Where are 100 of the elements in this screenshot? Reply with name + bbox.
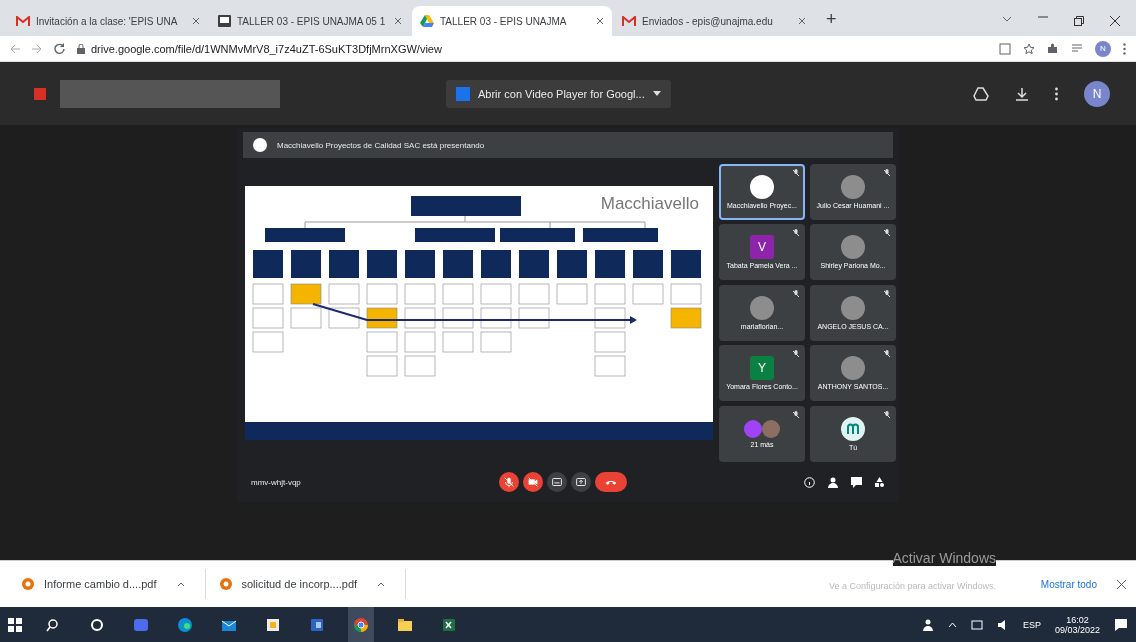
photo-placeholder (762, 419, 780, 438)
avatar-letter: V (750, 235, 774, 260)
drive-icon (420, 15, 434, 27)
org-chart-box (518, 283, 550, 305)
org-chart-box (328, 307, 360, 329)
org-chart-box (252, 307, 284, 329)
download-icon[interactable] (1015, 86, 1029, 101)
url-field[interactable]: drive.google.com/file/d/1WNMvMrV8_i7z4uZT-6SuKT3DfjMrnXGW/view (91, 42, 442, 55)
avatar-circle (750, 175, 774, 199)
org-chart-box (594, 355, 626, 377)
avatar-circle (744, 419, 762, 438)
org-chart-box (443, 250, 473, 278)
mic-off-icon (884, 410, 890, 419)
presenter-text: Macchiavello Proyectos de Calidad SAC está presentando (277, 140, 485, 150)
org-chart-box (670, 283, 702, 305)
chrome-icon[interactable] (352, 615, 370, 634)
mic-off-icon (884, 350, 890, 359)
reload-icon[interactable] (54, 43, 65, 54)
people-icon[interactable] (827, 476, 839, 488)
person-icon[interactable] (921, 618, 934, 631)
captions-button[interactable] (547, 472, 567, 492)
org-chart-box (366, 331, 398, 353)
present-button[interactable] (571, 472, 591, 492)
org-chart-box (291, 250, 321, 278)
org-chart-box (404, 355, 436, 377)
browser-tab[interactable]: TALLER 03 - EPIS UNAJMA (412, 6, 612, 36)
language-indicator[interactable]: ESP (1022, 619, 1041, 630)
photo-placeholder (841, 175, 865, 199)
captions-icon (550, 475, 564, 489)
restore-icon[interactable] (1074, 16, 1084, 26)
clock[interactable]: 16:02 09/03/2022 (1054, 614, 1100, 635)
drive-add-icon[interactable] (973, 86, 989, 101)
app-icon (456, 86, 470, 101)
download-item[interactable]: solicitud de incorp....pdf (241, 578, 358, 590)
org-chart-box (480, 283, 512, 305)
windows-logo-icon[interactable] (8, 617, 22, 632)
mic-button[interactable] (499, 472, 519, 492)
pdf-file-icon (22, 578, 34, 590)
close-icon[interactable] (798, 17, 806, 25)
mic-off-icon (793, 410, 799, 419)
org-chart-box (253, 250, 283, 278)
photo-placeholder (841, 356, 865, 381)
chevron-down-icon[interactable] (1002, 16, 1012, 22)
org-chart-box (480, 307, 512, 329)
mic-off-icon (884, 289, 890, 298)
close-icon[interactable] (394, 17, 402, 25)
slide-logo: Macchiavello (600, 194, 699, 214)
present-icon (574, 475, 588, 489)
browser-tab[interactable]: Invitación a la clase: 'EPIS UNA (8, 6, 208, 36)
close-icon[interactable] (192, 17, 200, 25)
browser-tab[interactable]: Enviados - epis@unajma.edu (614, 6, 814, 36)
show-all-button[interactable]: Mostrar todo (1034, 577, 1103, 591)
more-icon[interactable] (1123, 42, 1126, 55)
org-chart-box (404, 331, 436, 353)
mail-icon (16, 15, 30, 27)
mic-off-icon (793, 350, 799, 359)
logo-icon (841, 416, 865, 441)
close-icon[interactable] (1117, 579, 1126, 589)
org-chart-box (633, 250, 663, 278)
chevron-up-icon[interactable] (377, 581, 386, 587)
edge-icon[interactable] (176, 615, 194, 634)
photo-placeholder (841, 235, 865, 260)
activation-title: Activar Windows (892, 550, 996, 566)
mic-off-icon (793, 169, 799, 177)
network-icon[interactable] (970, 619, 983, 630)
photo-placeholder (841, 295, 865, 320)
share-icon[interactable] (999, 42, 1011, 55)
classroom-icon (218, 15, 231, 27)
star-icon[interactable] (1023, 42, 1035, 55)
chevron-up-icon[interactable] (176, 581, 185, 587)
chat-icon[interactable] (851, 476, 862, 488)
camera-button[interactable] (523, 472, 543, 492)
puzzle-icon[interactable] (1047, 42, 1059, 55)
org-chart-box (252, 283, 284, 305)
close-icon[interactable] (596, 17, 604, 25)
org-chart-box (366, 307, 398, 329)
hangup-button[interactable] (595, 472, 627, 492)
new-tab-button[interactable]: + (816, 9, 847, 36)
video-file-icon (34, 87, 46, 100)
notification-icon[interactable] (1114, 617, 1128, 632)
org-chart-box (442, 283, 474, 305)
org-chart-box (252, 331, 284, 353)
org-chart-box (329, 250, 359, 278)
download-item[interactable]: Informe cambio d....pdf (44, 578, 157, 590)
more-icon[interactable] (1055, 86, 1058, 101)
org-chart-box (671, 250, 701, 278)
org-chart-box (366, 283, 398, 305)
shapes-icon[interactable] (874, 476, 885, 488)
org-chart-box (594, 283, 626, 305)
mic-icon (502, 475, 516, 489)
camera-icon (526, 475, 540, 489)
mic-off-icon (793, 229, 799, 238)
mic-off-icon (884, 169, 890, 177)
info-icon[interactable] (804, 476, 815, 488)
org-chart-box (518, 307, 550, 329)
browser-tab[interactable]: TALLER 03 - EPIS UNAJMA 05 1 (210, 6, 410, 36)
org-chart-box (404, 283, 436, 305)
open-with-button[interactable]: Abrir con Video Player for Googl... (446, 79, 671, 108)
pdf-file-icon (219, 578, 232, 590)
close-icon[interactable] (1110, 16, 1120, 26)
